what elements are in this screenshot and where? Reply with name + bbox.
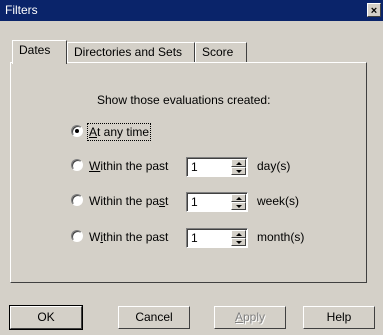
days-spinner[interactable]: 1 — [186, 157, 248, 177]
radio-any-time[interactable] — [71, 125, 83, 137]
close-button[interactable]: × — [367, 3, 381, 17]
help-button[interactable]: Help — [303, 306, 375, 329]
spin-down-button[interactable] — [231, 167, 246, 175]
dates-panel: Show those evaluations created: At any t… — [10, 62, 367, 283]
arrow-down-icon — [236, 205, 242, 208]
label-rest: t — [165, 194, 169, 208]
days-value[interactable]: 1 — [191, 160, 198, 174]
label-rest: ithin the past — [100, 159, 169, 173]
tab-score[interactable]: Score — [195, 42, 247, 62]
months-spinner[interactable]: 1 — [186, 228, 248, 248]
tab-dates[interactable]: Dates — [12, 40, 67, 64]
mnemonic: A — [89, 125, 98, 139]
radio-months[interactable] — [71, 230, 83, 242]
weeks-value[interactable]: 1 — [191, 195, 198, 209]
spin-up-button[interactable] — [231, 194, 246, 202]
option-weeks-label: Within the past — [89, 194, 168, 208]
mnemonic: W — [89, 159, 101, 173]
tab-directories-and-sets[interactable]: Directories and Sets — [67, 42, 195, 62]
days-unit: day(s) — [257, 159, 291, 173]
tab-score-label: Score — [202, 45, 234, 59]
panel-heading: Show those evaluations created: — [97, 93, 271, 107]
ok-button[interactable]: OK — [9, 305, 83, 330]
label-rest: t any time — [97, 125, 150, 139]
label-rest: pply — [243, 310, 266, 324]
spin-down-button[interactable] — [231, 202, 246, 210]
tab-dates-label: Dates — [19, 43, 51, 57]
months-unit: month(s) — [257, 230, 305, 244]
option-months-label: Within the past — [89, 230, 168, 244]
weeks-unit: week(s) — [257, 194, 300, 208]
spin-down-button[interactable] — [231, 238, 246, 246]
help-label: Help — [326, 310, 352, 324]
label-prefix: W — [89, 230, 101, 244]
apply-button[interactable]: Apply — [214, 306, 286, 329]
radio-weeks[interactable] — [71, 194, 83, 206]
months-value[interactable]: 1 — [191, 231, 198, 245]
close-icon: × — [370, 5, 378, 17]
cancel-button[interactable]: Cancel — [118, 306, 190, 329]
radio-selected-dot — [75, 129, 79, 133]
title-bar: Filters × — [0, 0, 383, 21]
spin-buttons — [231, 159, 246, 175]
mnemonic: A — [234, 310, 243, 324]
cancel-label: Cancel — [135, 310, 173, 324]
arrow-up-icon — [236, 233, 242, 236]
spin-up-button[interactable] — [231, 159, 246, 167]
arrow-up-icon — [236, 197, 242, 200]
ok-label: OK — [37, 310, 55, 324]
label-rest: thin the past — [103, 230, 169, 244]
apply-label: Apply — [235, 310, 265, 324]
arrow-down-icon — [236, 170, 242, 173]
spin-buttons — [231, 230, 246, 246]
label-prefix: Within the pa — [89, 194, 160, 208]
weeks-spinner[interactable]: 1 — [186, 192, 248, 212]
tab-directories-label: Directories and Sets — [74, 45, 183, 59]
arrow-down-icon — [236, 241, 242, 244]
window-title: Filters — [5, 3, 38, 17]
spin-up-button[interactable] — [231, 230, 246, 238]
option-days-label: Within the past — [89, 159, 168, 173]
arrow-up-icon — [236, 162, 242, 165]
option-any-time-label: At any time — [86, 123, 152, 141]
spin-buttons — [231, 194, 246, 210]
radio-days[interactable] — [71, 159, 83, 171]
